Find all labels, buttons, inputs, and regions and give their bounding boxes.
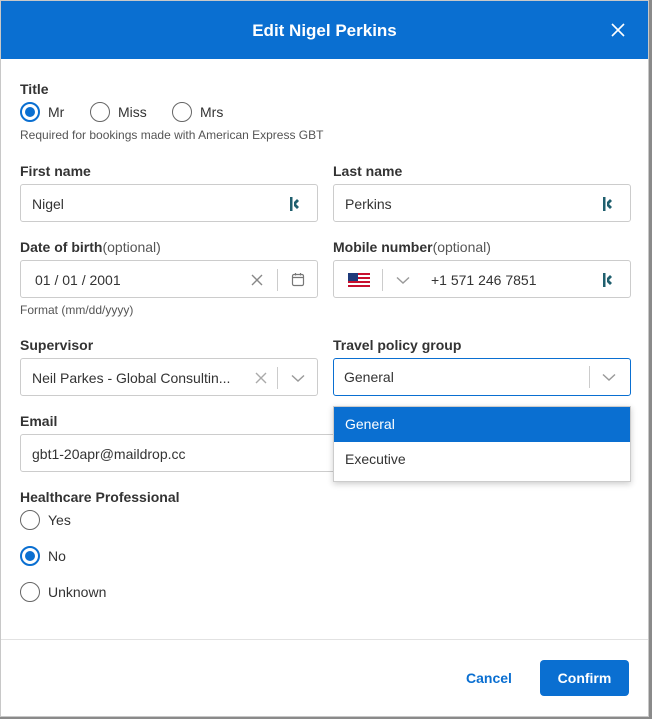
dob-format-help: Format (mm/dd/yyyy)	[20, 303, 134, 317]
mobile-label-text: Mobile number	[333, 239, 433, 255]
last-name-value: Perkins	[345, 196, 392, 212]
travel-policy-value: General	[344, 369, 394, 385]
healthcare-label: Healthcare Professional	[20, 489, 180, 505]
dialog-header: Edit Nigel Perkins	[1, 1, 648, 59]
edit-traveler-dialog: Edit Nigel Perkins Title Mr Miss Mrs Req…	[0, 0, 649, 717]
radio-miss-label: Miss	[118, 104, 147, 120]
dob-value: 01 / 01 / 2001	[35, 272, 121, 288]
dob-label-text: Date of birth	[20, 239, 103, 255]
radio-yes[interactable]	[20, 510, 40, 530]
mobile-value: +1 571 246 7851	[431, 272, 537, 288]
mobile-field[interactable]: +1 571 246 7851	[333, 260, 631, 298]
radio-yes-label: Yes	[48, 512, 71, 528]
confirm-button[interactable]: Confirm	[540, 660, 629, 696]
chevron-down-icon[interactable]	[291, 374, 305, 383]
radio-no-label: No	[48, 548, 66, 564]
mobile-optional-text: (optional)	[432, 239, 491, 255]
dialog-title: Edit Nigel Perkins	[252, 21, 397, 40]
keeper-icon[interactable]	[602, 272, 614, 288]
radio-unknown-label: Unknown	[48, 584, 107, 600]
keeper-icon[interactable]	[602, 196, 614, 212]
dropdown-option-general[interactable]: General	[334, 407, 630, 442]
radio-miss[interactable]	[90, 102, 110, 122]
first-name-label: First name	[20, 163, 91, 179]
dob-field[interactable]: 01 / 01 / 2001	[20, 260, 318, 298]
title-label: Title	[20, 81, 49, 97]
divider	[277, 269, 278, 291]
title-radio-miss[interactable]: Miss	[90, 102, 147, 122]
email-label: Email	[20, 413, 58, 429]
supervisor-value: Neil Parkes - Global Consultin...	[32, 370, 231, 386]
first-name-field[interactable]: Nigel	[20, 184, 318, 222]
radio-unknown[interactable]	[20, 582, 40, 602]
radio-mr-label: Mr	[48, 104, 65, 120]
mobile-label: Mobile number(optional)	[333, 239, 491, 255]
healthcare-radio-yes[interactable]: Yes	[20, 510, 71, 530]
title-help-text: Required for bookings made with American…	[20, 128, 324, 142]
travel-policy-dropdown: General Executive	[333, 406, 631, 482]
divider	[589, 366, 590, 388]
email-value: gbt1-20apr@maildrop.cc	[32, 446, 186, 462]
clear-icon[interactable]	[250, 273, 264, 287]
cancel-button[interactable]: Cancel	[455, 661, 523, 695]
dob-label: Date of birth(optional)	[20, 239, 161, 255]
dob-optional-text: (optional)	[102, 239, 161, 255]
us-flag-icon[interactable]	[348, 273, 370, 287]
clear-icon[interactable]	[254, 371, 268, 385]
travel-policy-select[interactable]: General	[333, 358, 631, 396]
radio-mrs[interactable]	[172, 102, 192, 122]
first-name-value: Nigel	[32, 196, 64, 212]
supervisor-label: Supervisor	[20, 337, 94, 353]
divider	[382, 269, 383, 291]
footer-divider	[1, 639, 648, 640]
title-radio-mr[interactable]: Mr	[20, 102, 64, 122]
title-radio-mrs[interactable]: Mrs	[172, 102, 223, 122]
calendar-icon[interactable]	[291, 272, 305, 287]
radio-no[interactable]	[20, 546, 40, 566]
chevron-down-icon[interactable]	[602, 373, 616, 382]
healthcare-radio-unknown[interactable]: Unknown	[20, 582, 106, 602]
radio-mr[interactable]	[20, 102, 40, 122]
supervisor-select[interactable]: Neil Parkes - Global Consultin...	[20, 358, 318, 396]
close-icon[interactable]	[608, 20, 628, 40]
radio-mrs-label: Mrs	[200, 104, 224, 120]
last-name-field[interactable]: Perkins	[333, 184, 631, 222]
last-name-label: Last name	[333, 163, 403, 179]
chevron-down-icon[interactable]	[396, 276, 410, 285]
divider	[277, 367, 278, 389]
dropdown-option-executive[interactable]: Executive	[334, 442, 630, 477]
keeper-icon[interactable]	[289, 196, 301, 212]
healthcare-radio-no[interactable]: No	[20, 546, 66, 566]
travel-policy-label: Travel policy group	[333, 337, 462, 353]
